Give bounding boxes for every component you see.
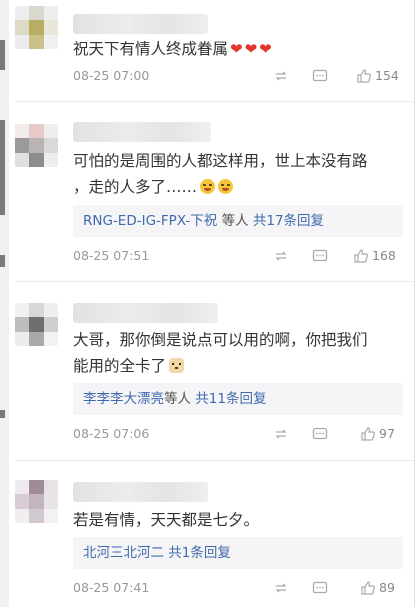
like-count: 154 (375, 68, 399, 83)
like-count: 89 (379, 580, 395, 595)
thumbs-up-icon[interactable] (353, 248, 369, 264)
reply-users-link[interactable]: 北河三北河二 (73, 545, 164, 561)
reply-summary[interactable]: 北河三北河二 共1条回复 (73, 537, 403, 569)
reply-users-link[interactable]: RNG-ED-IG-FPX-下祝 (73, 213, 217, 229)
avatar[interactable] (15, 124, 58, 167)
red-heart-icon: ❤ (244, 40, 258, 58)
reply-users-link[interactable]: 李李李大漂亮 (73, 391, 164, 407)
reply-summary[interactable]: RNG-ED-IG-FPX-下祝 等人 共17条回复 (73, 205, 403, 237)
reply-count-link[interactable]: 共17条回复 (253, 213, 324, 229)
dog-face-emoji-icon (169, 358, 185, 373)
reply-mid-text: 等人 (217, 213, 253, 229)
username-blurred[interactable] (73, 14, 208, 34)
timestamp: 08-25 07:06 (73, 426, 150, 441)
comment-icon[interactable] (312, 580, 328, 596)
username-blurred[interactable] (73, 303, 218, 323)
timestamp: 08-25 07:51 (73, 248, 150, 263)
comment-icon[interactable] (312, 248, 328, 264)
comment-meta: 08-25 07:51 168 (73, 246, 401, 266)
comment-icon[interactable] (312, 426, 328, 442)
laughing-emoji-icon (218, 179, 234, 194)
reply-mid-text: 等人 (164, 391, 196, 407)
avatar[interactable] (15, 6, 58, 49)
like-count: 168 (372, 248, 396, 263)
laughing-emoji-icon (200, 179, 216, 194)
comment-meta: 08-25 07:00 154 (73, 66, 401, 86)
timestamp: 08-25 07:41 (73, 580, 150, 595)
thumbs-up-icon[interactable] (360, 580, 376, 596)
timestamp: 08-25 07:00 (73, 68, 150, 83)
comment-text: 大哥，那你倒是说点可以用的啊，你把我们 能用的全卡了 (73, 331, 368, 375)
username-blurred[interactable] (73, 122, 211, 142)
reply-summary[interactable]: 李李李大漂亮等人 共11条回复 (73, 383, 403, 415)
divider (15, 281, 415, 282)
comment-icon[interactable] (312, 68, 328, 84)
comment-text: 可怕的是周围的人都这样用，世上本没有路 ，走的人多了…… (73, 152, 368, 196)
comment-text: 祝天下有情人终成眷属 ❤ ❤ ❤ (73, 36, 403, 62)
avatar[interactable] (15, 303, 58, 346)
avatar[interactable] (15, 480, 58, 523)
thumbs-up-icon[interactable] (356, 68, 372, 84)
comment-item: 若是有情，天天都是七夕。 北河三北河二 共1条回复 08-25 07:41 89 (0, 462, 415, 607)
comment-text: 若是有情，天天都是七夕。 (73, 511, 260, 529)
red-heart-icon: ❤ (230, 40, 243, 58)
repost-icon[interactable] (273, 68, 289, 84)
repost-icon[interactable] (273, 248, 289, 264)
like-count: 97 (379, 426, 395, 441)
repost-icon[interactable] (273, 580, 289, 596)
reply-count-link[interactable]: 共1条回复 (168, 545, 231, 561)
divider (15, 460, 415, 461)
reply-count-link[interactable]: 共11条回复 (195, 391, 266, 407)
thumbs-up-icon[interactable] (360, 426, 376, 442)
comment-item: 祝天下有情人终成眷属 ❤ ❤ ❤ 08-25 07:00 154 (0, 0, 415, 102)
red-heart-icon: ❤ (259, 40, 272, 58)
comment-item: 可怕的是周围的人都这样用，世上本没有路 ，走的人多了…… RNG-ED-IG-F… (0, 102, 415, 287)
comment-meta: 08-25 07:06 97 (73, 424, 401, 444)
repost-icon[interactable] (273, 426, 289, 442)
username-blurred[interactable] (73, 482, 208, 502)
comment-meta: 08-25 07:41 89 (73, 578, 401, 598)
comment-item: 大哥，那你倒是说点可以用的啊，你把我们 能用的全卡了 李李李大漂亮等人 共11条… (0, 287, 415, 462)
